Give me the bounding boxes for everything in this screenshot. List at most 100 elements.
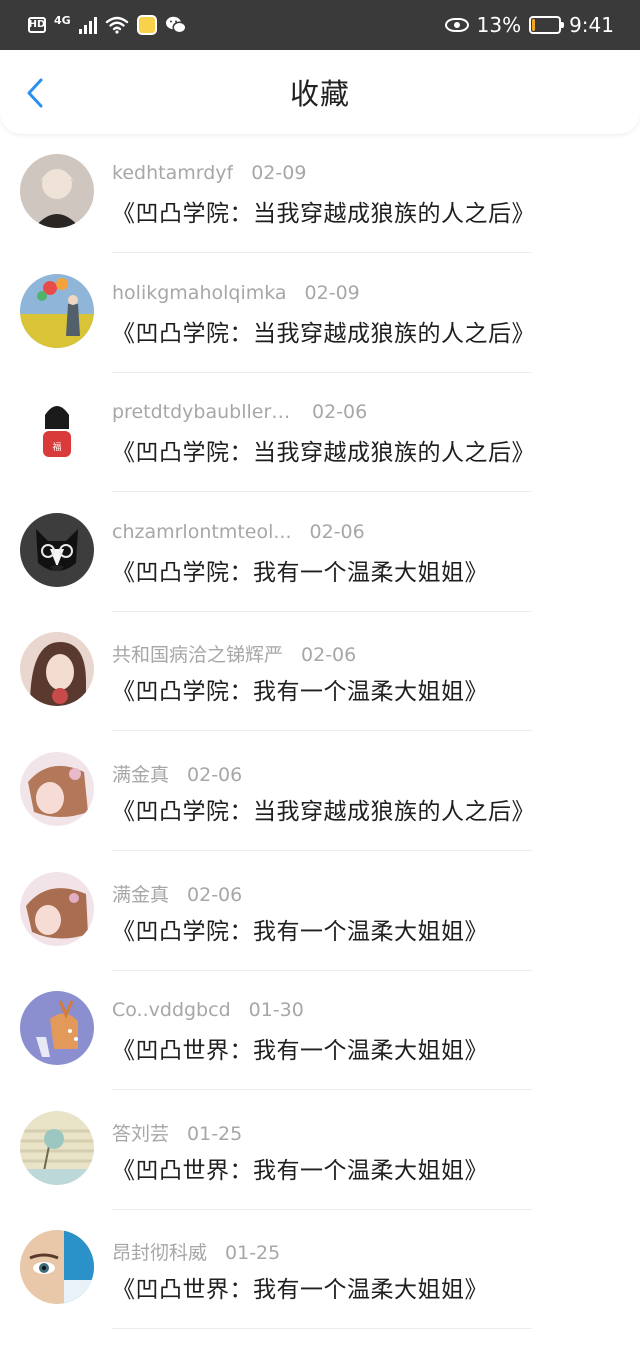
avatar-image-icon: [20, 751, 94, 826]
book-title[interactable]: 《凹凸学院：当我穿越成狼族的人之后》: [112, 194, 535, 228]
avatar-image-icon: [20, 154, 94, 228]
avatar[interactable]: [20, 154, 94, 228]
avatar[interactable]: [20, 751, 94, 826]
hd-badge: HD: [28, 17, 46, 33]
favorite-item-8[interactable]: Co..vddgbcd 01-30 《凹凸世界：我有一个温柔大姐姐》: [0, 991, 640, 1111]
item-meta: 满金真 02-06: [112, 880, 242, 907]
status-right: 13% 9:41: [444, 13, 614, 37]
username[interactable]: kedhtamrdyf: [112, 162, 233, 184]
book-title[interactable]: 《凹凸世界：我有一个温柔大姐姐》: [112, 1031, 488, 1065]
item-meta: Co..vddgbcd 01-30: [112, 999, 304, 1021]
favorites-list: kedhtamrdyf 02-09 《凹凸学院：当我穿越成狼族的人之后》 hol…: [0, 154, 640, 1350]
item-meta: 共和国病洽之锑辉严 02-06: [112, 640, 356, 667]
avatar[interactable]: [20, 632, 94, 707]
date: 01-25: [225, 1242, 281, 1265]
status-bar: HD 4G 13% 9:41: [0, 0, 640, 50]
book-title[interactable]: 《凹凸世界：我有一个温柔大姐姐》: [112, 1151, 488, 1185]
avatar-image-icon: 福: [20, 393, 94, 468]
clock: 9:41: [569, 13, 614, 37]
favorite-item-1[interactable]: kedhtamrdyf 02-09 《凹凸学院：当我穿越成狼族的人之后》: [0, 154, 640, 274]
page-header: 收藏: [0, 50, 640, 134]
avatar[interactable]: [20, 871, 94, 946]
divider: [112, 1328, 532, 1330]
avatar-image-icon: [20, 991, 94, 1066]
username[interactable]: pretdtdybaublleri...: [112, 401, 294, 423]
wifi-icon: [105, 16, 128, 34]
date: 02-06: [309, 520, 365, 543]
date: 01-30: [248, 999, 304, 1022]
date: 02-06: [187, 883, 243, 906]
book-title[interactable]: 《凹凸世界：我有一个温柔大姐姐》: [112, 1270, 488, 1304]
avatar[interactable]: 福: [20, 393, 94, 468]
item-meta: 答刘芸 01-25: [112, 1119, 242, 1146]
avatar-image-icon: [20, 871, 94, 946]
signal-icon: [78, 16, 97, 34]
username[interactable]: 共和国病洽之锑辉严: [112, 640, 283, 667]
battery-icon: [529, 16, 565, 34]
battery-fill: [532, 19, 536, 31]
network-type: 4G: [54, 13, 71, 27]
item-meta: pretdtdybaublleri... 02-06: [112, 401, 367, 423]
notification-app-icon: [136, 15, 157, 35]
status-left: HD 4G: [28, 13, 187, 35]
item-meta: chzamrlontmteol... 02-06: [112, 521, 365, 543]
avatar[interactable]: [20, 273, 94, 348]
username[interactable]: Co..vddgbcd: [112, 999, 231, 1021]
divider: [112, 1089, 532, 1091]
date: 02-09: [251, 162, 307, 184]
divider: [112, 969, 532, 971]
divider: [112, 610, 532, 612]
wechat-icon: [165, 16, 187, 34]
book-title[interactable]: 《凹凸学院：当我穿越成狼族的人之后》: [112, 792, 535, 826]
battery-percent: 13%: [476, 13, 522, 37]
date: 02-06: [187, 763, 243, 786]
book-title[interactable]: 《凹凸学院：当我穿越成狼族的人之后》: [112, 433, 535, 467]
date: 02-06: [301, 644, 357, 667]
back-button[interactable]: [20, 76, 50, 110]
svg-text:福: 福: [52, 441, 61, 453]
favorite-item-9[interactable]: 答刘芸 01-25 《凹凸世界：我有一个温柔大姐姐》: [0, 1110, 640, 1231]
chevron-left-icon: [27, 78, 43, 108]
date: 01-25: [187, 1122, 243, 1145]
avatar-image-icon: [20, 1230, 94, 1305]
username[interactable]: 答刘芸: [112, 1119, 169, 1146]
favorite-item-4[interactable]: chzamrlontmteol... 02-06 《凹凸学院：我有一个温柔大姐姐…: [0, 512, 640, 633]
avatar-image-icon: [20, 1110, 94, 1185]
username[interactable]: 昂封彻科威: [112, 1238, 207, 1265]
avatar[interactable]: [20, 512, 94, 587]
page-title: 收藏: [289, 77, 350, 111]
favorite-item-7[interactable]: 满金真 02-06 《凹凸学院：我有一个温柔大姐姐》: [0, 871, 640, 992]
item-meta: 昂封彻科威 01-25: [112, 1238, 280, 1265]
divider: [112, 849, 532, 851]
book-title[interactable]: 《凹凸学院：我有一个温柔大姐姐》: [112, 912, 488, 946]
username[interactable]: holikgmaholqimka: [112, 282, 287, 304]
favorite-item-5[interactable]: 共和国病洽之锑辉严 02-06 《凹凸学院：我有一个温柔大姐姐》: [0, 632, 640, 752]
avatar-image-icon: [20, 273, 94, 348]
avatar[interactable]: [20, 991, 94, 1066]
book-title[interactable]: 《凹凸学院：我有一个温柔大姐姐》: [112, 672, 488, 706]
item-meta: 满金真 02-06: [112, 760, 242, 787]
date: 02-09: [304, 281, 360, 304]
avatar-image-icon: [20, 632, 94, 707]
book-title[interactable]: 《凹凸学院：当我穿越成狼族的人之后》: [112, 314, 535, 348]
username[interactable]: chzamrlontmteol...: [112, 521, 292, 543]
avatar[interactable]: [20, 1230, 94, 1305]
divider: [112, 371, 532, 373]
divider: [112, 491, 532, 493]
divider: [112, 252, 532, 253]
book-title[interactable]: 《凹凸学院：我有一个温柔大姐姐》: [112, 553, 488, 587]
favorite-item-10[interactable]: 昂封彻科威 01-25 《凹凸世界：我有一个温柔大姐姐》: [0, 1230, 640, 1350]
divider: [112, 730, 532, 732]
avatar[interactable]: [20, 1110, 94, 1185]
eye-comfort-icon: [444, 18, 469, 32]
favorite-item-2[interactable]: holikgmaholqimka 02-09 《凹凸学院：当我穿越成狼族的人之后…: [0, 273, 640, 394]
avatar-image-icon: [20, 512, 94, 587]
favorite-item-6[interactable]: 满金真 02-06 《凹凸学院：当我穿越成狼族的人之后》: [0, 751, 640, 872]
date: 02-06: [312, 401, 368, 424]
favorite-item-3[interactable]: 福 pretdtdybaublleri... 02-06 《凹凸学院：当我穿越成…: [0, 393, 640, 513]
divider: [112, 1208, 532, 1210]
username[interactable]: 满金真: [112, 880, 169, 907]
item-meta: holikgmaholqimka 02-09: [112, 282, 360, 304]
item-meta: kedhtamrdyf 02-09: [112, 162, 306, 184]
username[interactable]: 满金真: [112, 760, 169, 787]
